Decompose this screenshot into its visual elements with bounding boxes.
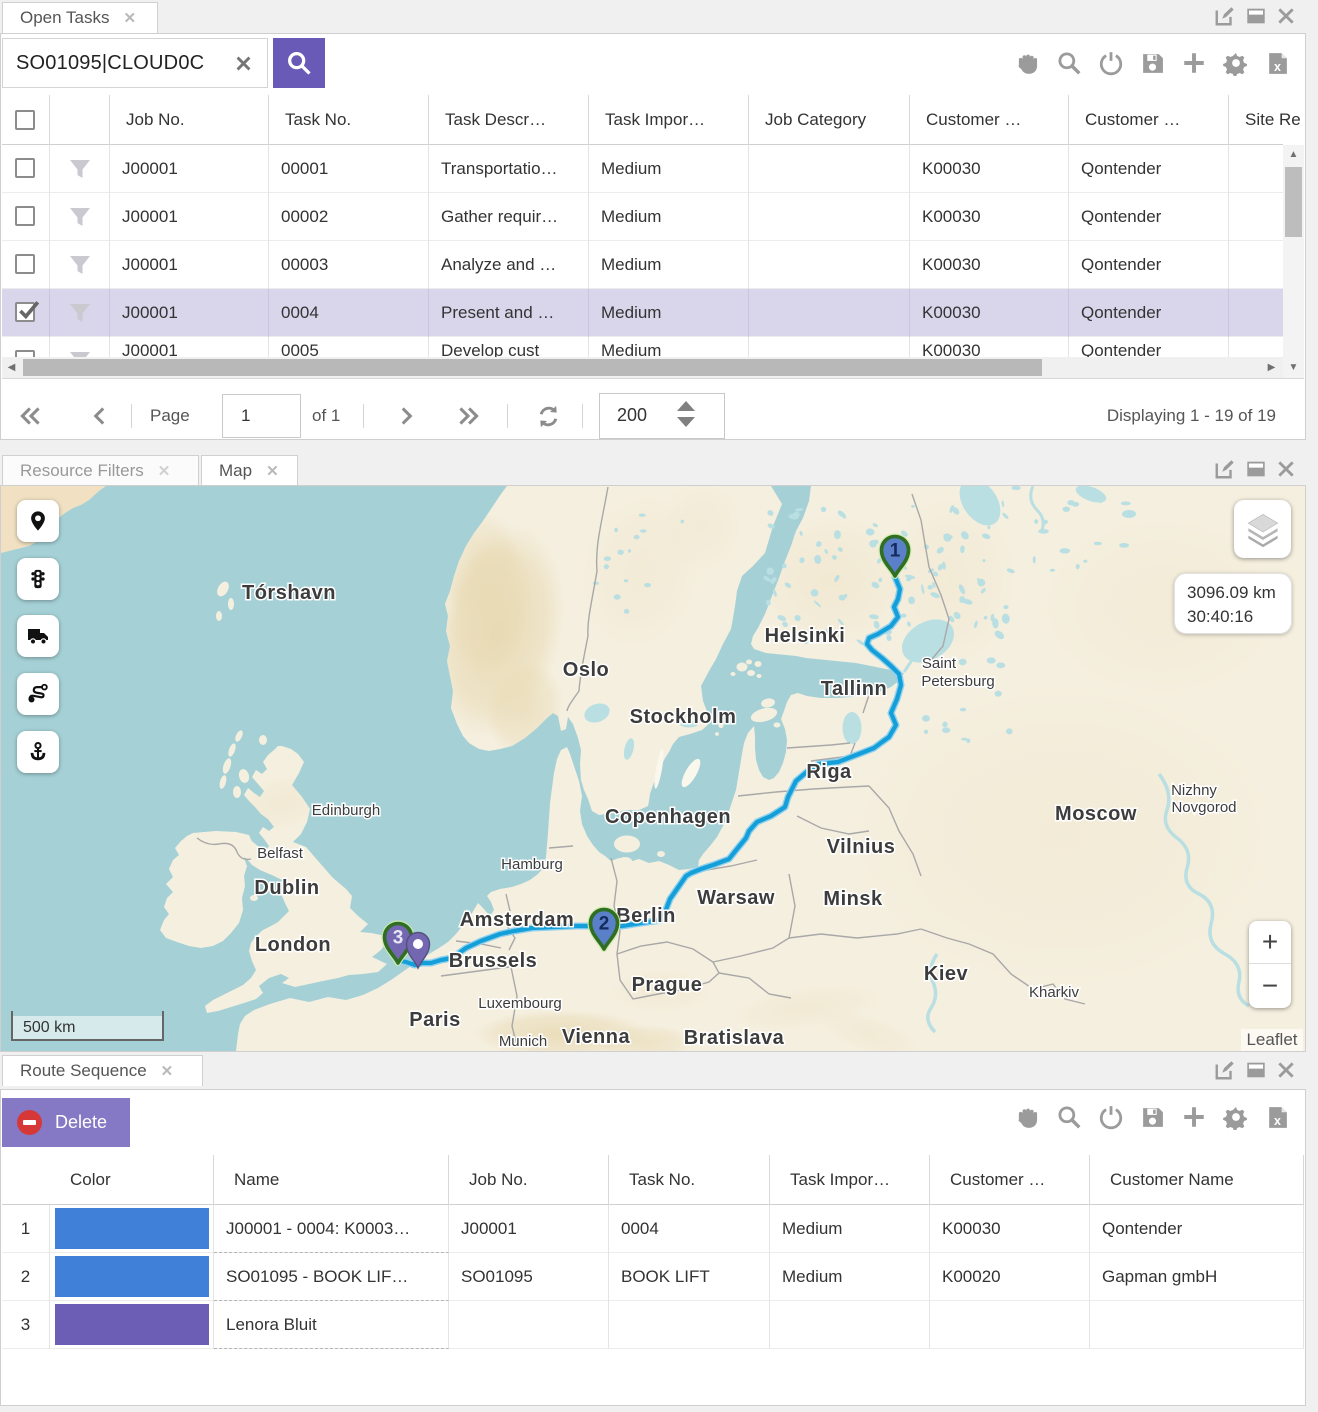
svg-text:x: x bbox=[1274, 1113, 1281, 1127]
svg-text:Munich: Munich bbox=[499, 1033, 547, 1050]
svg-text:Paris: Paris bbox=[409, 1009, 460, 1031]
svg-text:Hamburg: Hamburg bbox=[501, 856, 563, 873]
svg-text:Warsaw: Warsaw bbox=[697, 887, 775, 909]
svg-text:Dublin: Dublin bbox=[254, 877, 319, 899]
svg-text:2: 2 bbox=[599, 914, 610, 935]
svg-text:London: London bbox=[255, 934, 331, 956]
svg-text:Saint: Saint bbox=[922, 655, 957, 672]
svg-text:Amsterdam: Amsterdam bbox=[460, 909, 575, 931]
svg-text:Oslo: Oslo bbox=[563, 659, 609, 681]
svg-text:Moscow: Moscow bbox=[1055, 803, 1137, 825]
svg-text:x: x bbox=[1274, 59, 1281, 73]
svg-text:Vilnius: Vilnius bbox=[827, 836, 896, 858]
svg-text:Edinburgh: Edinburgh bbox=[312, 802, 380, 819]
svg-text:Luxembourg: Luxembourg bbox=[478, 995, 561, 1012]
svg-text:Minsk: Minsk bbox=[823, 888, 883, 910]
svg-text:Brussels: Brussels bbox=[449, 950, 538, 972]
svg-text:3: 3 bbox=[393, 928, 404, 949]
svg-text:Belfast: Belfast bbox=[257, 845, 304, 862]
svg-text:Copenhagen: Copenhagen bbox=[605, 806, 731, 828]
svg-text:Helsinki: Helsinki bbox=[765, 625, 846, 647]
svg-text:Novgorod: Novgorod bbox=[1171, 799, 1236, 816]
svg-text:Stockholm: Stockholm bbox=[630, 706, 737, 728]
svg-text:Riga: Riga bbox=[806, 761, 852, 783]
svg-text:Tórshavn: Tórshavn bbox=[242, 582, 336, 604]
svg-text:Petersburg: Petersburg bbox=[921, 673, 994, 690]
svg-text:1: 1 bbox=[890, 541, 901, 562]
svg-text:Bratislava: Bratislava bbox=[684, 1027, 785, 1049]
svg-text:Kiev: Kiev bbox=[924, 963, 969, 985]
svg-text:Vienna: Vienna bbox=[562, 1026, 631, 1048]
svg-text:Kharkiv: Kharkiv bbox=[1029, 984, 1080, 1001]
svg-text:Berlin: Berlin bbox=[616, 905, 676, 927]
svg-text:Tallinn: Tallinn bbox=[821, 678, 887, 700]
svg-text:Prague: Prague bbox=[632, 974, 703, 996]
svg-text:Nizhny: Nizhny bbox=[1171, 782, 1217, 799]
